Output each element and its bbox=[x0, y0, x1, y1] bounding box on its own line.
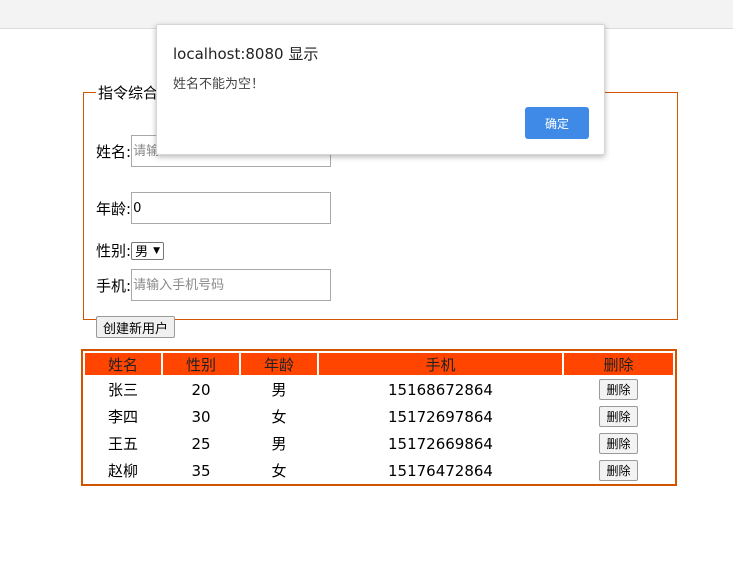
cell-name: 王五 bbox=[107, 435, 138, 453]
cell-phone: 15172697864 bbox=[388, 407, 493, 426]
table-row: 王五 25 男 15172669864 删除 bbox=[85, 431, 673, 456]
age-label: 年龄: bbox=[96, 199, 132, 218]
cell-phone: 15168672864 bbox=[388, 380, 493, 399]
delete-button[interactable]: 删除 bbox=[599, 406, 638, 427]
cell-phone: 15176472864 bbox=[388, 461, 493, 480]
cell-col2: 30 bbox=[191, 407, 211, 426]
create-row: 创建新用户 bbox=[96, 316, 176, 338]
cell-col2: 25 bbox=[191, 434, 211, 453]
phone-input[interactable] bbox=[131, 269, 332, 301]
cell-delete: 删除 bbox=[564, 431, 673, 456]
cell-col2: 35 bbox=[191, 461, 211, 480]
table-row: 李四 30 女 15172697864 删除 bbox=[85, 404, 673, 429]
user-table: 姓名 性别 年龄 手机 删除 张三 20 男 15168672864 删除 李四… bbox=[83, 351, 675, 485]
cell-col3: 女 bbox=[271, 408, 287, 426]
table-row: 赵柳 35 女 15176472864 删除 bbox=[85, 458, 673, 483]
phone-row: 手机: bbox=[96, 269, 332, 301]
delete-button[interactable]: 删除 bbox=[599, 379, 638, 400]
cell-name: 李四 bbox=[107, 408, 138, 426]
phone-label: 手机: bbox=[96, 276, 132, 295]
column-header-phone: 手机 bbox=[319, 353, 562, 375]
column-header-delete: 删除 bbox=[564, 353, 673, 375]
delete-button[interactable]: 删除 bbox=[599, 460, 638, 481]
cell-delete: 删除 bbox=[564, 404, 673, 429]
cell-name: 赵柳 bbox=[107, 462, 138, 480]
name-label: 姓名: bbox=[96, 142, 132, 161]
cell-name: 张三 bbox=[107, 381, 138, 399]
form-legend: 指令综合 bbox=[98, 84, 159, 102]
create-user-button[interactable]: 创建新用户 bbox=[96, 316, 176, 338]
cell-col3: 女 bbox=[271, 462, 287, 480]
dialog-title: localhost:8080 显示 bbox=[173, 45, 319, 63]
cell-delete: 删除 bbox=[564, 377, 673, 402]
delete-button[interactable]: 删除 bbox=[599, 433, 638, 454]
column-header-gender: 性别 bbox=[163, 353, 239, 375]
dialog-message: 姓名不能为空！ bbox=[173, 77, 265, 92]
user-table-container: 姓名 性别 年龄 手机 删除 张三 20 男 15168672864 删除 李四… bbox=[81, 349, 677, 486]
gender-select-value: 男 bbox=[135, 245, 149, 260]
alert-dialog: localhost:8080 显示 姓名不能为空！ 确定 bbox=[156, 24, 605, 155]
age-input[interactable] bbox=[131, 192, 332, 224]
column-header-name: 姓名 bbox=[85, 353, 161, 375]
cell-delete: 删除 bbox=[564, 458, 673, 483]
table-row: 张三 20 男 15168672864 删除 bbox=[85, 377, 673, 402]
cell-col3: 男 bbox=[271, 381, 287, 399]
chevron-down-icon: ▼ bbox=[153, 245, 160, 256]
gender-row: 性别: 男 ▼ bbox=[96, 240, 164, 261]
gender-label: 性别: bbox=[96, 242, 132, 260]
cell-col3: 男 bbox=[271, 435, 287, 453]
gender-select[interactable]: 男 ▼ bbox=[131, 241, 164, 260]
cell-phone: 15172669864 bbox=[388, 434, 493, 453]
dialog-ok-button[interactable]: 确定 bbox=[525, 107, 589, 139]
table-header-row: 姓名 性别 年龄 手机 删除 bbox=[85, 353, 673, 375]
column-header-age: 年龄 bbox=[241, 353, 317, 375]
age-row: 年龄: bbox=[96, 192, 332, 224]
cell-col2: 20 bbox=[191, 380, 211, 399]
